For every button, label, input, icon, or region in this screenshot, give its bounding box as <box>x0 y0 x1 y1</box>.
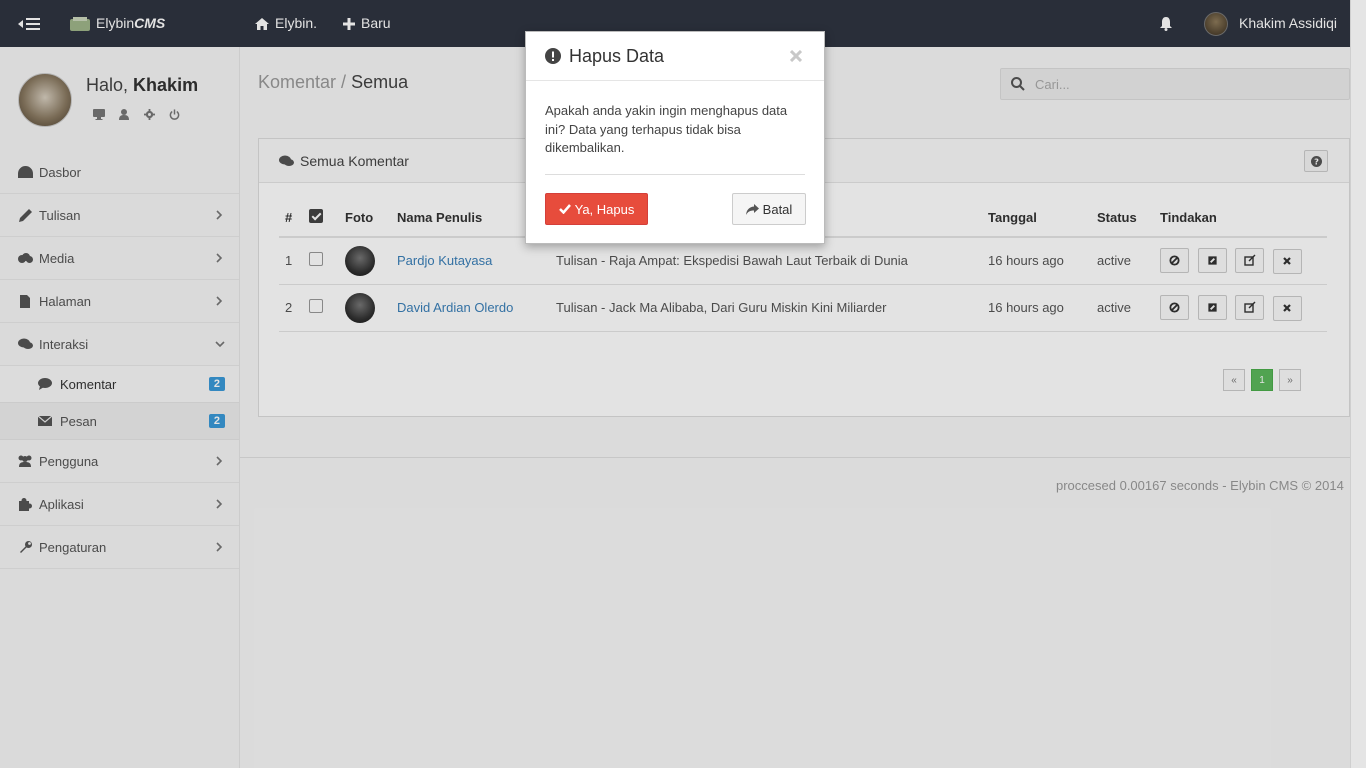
dialog-header: Hapus Data <box>526 32 824 81</box>
dialog-close-button[interactable] <box>788 47 804 65</box>
cancel-button[interactable]: Batal <box>732 193 806 225</box>
dialog-divider <box>545 174 805 175</box>
share-icon <box>745 203 759 215</box>
confirm-delete-label: Ya, Hapus <box>574 201 635 217</box>
check-icon <box>558 204 571 214</box>
exclamation-icon <box>545 48 561 64</box>
delete-confirm-dialog: Hapus Data Apakah anda yakin ingin mengh… <box>525 31 825 244</box>
dialog-message: Apakah anda yakin ingin menghapus data i… <box>545 103 788 155</box>
cancel-label: Batal <box>762 201 793 217</box>
close-icon <box>790 50 802 62</box>
scrollbar[interactable] <box>1350 0 1366 768</box>
dialog-title: Hapus Data <box>569 45 665 66</box>
confirm-delete-button[interactable]: Ya, Hapus <box>545 193 648 225</box>
